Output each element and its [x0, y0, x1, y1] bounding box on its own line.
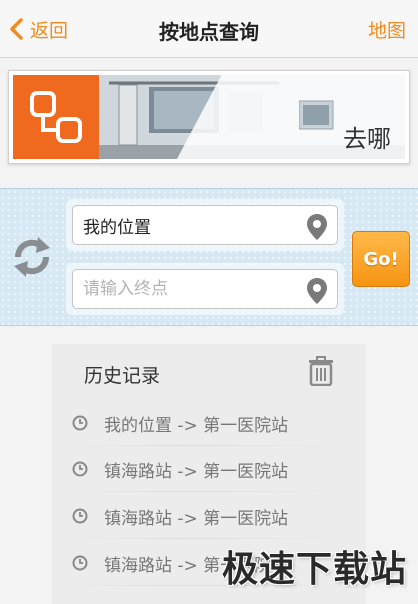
history-item-label: 我的位置 -> 第一医院站: [104, 415, 289, 436]
swap-icon: [14, 237, 50, 277]
history-title: 历史记录: [84, 365, 161, 387]
history-item[interactable]: 镇海路站 -> 第一医院站: [52, 493, 366, 539]
route-search-panel: Go!: [0, 188, 418, 326]
start-field-wrap: [66, 199, 344, 251]
go-button[interactable]: Go!: [352, 231, 410, 287]
end-field[interactable]: [72, 269, 338, 309]
history-item-label: 镇海路站 -> 第一医院站: [104, 461, 289, 482]
history-item[interactable]: 我的位置 -> 第一医院站: [52, 400, 366, 446]
clock-icon: [72, 461, 88, 477]
end-field-wrap: [66, 263, 344, 315]
start-field[interactable]: [72, 205, 338, 245]
app-logo: [13, 75, 99, 159]
start-input[interactable]: [83, 215, 293, 235]
watermark: 极速下载站: [222, 549, 408, 590]
clock-icon: [72, 555, 88, 571]
history-item[interactable]: 镇海路站 -> 第一医院站: [52, 446, 366, 492]
location-pin-icon[interactable]: [305, 277, 329, 305]
clock-icon: [72, 415, 88, 431]
location-pin-icon[interactable]: [305, 213, 329, 241]
map-button[interactable]: 地图: [368, 16, 406, 43]
banner: 去哪: [8, 70, 410, 164]
banner-image: 去哪: [13, 75, 405, 159]
clock-icon: [72, 508, 88, 524]
swap-button[interactable]: [8, 233, 56, 281]
route-icon: [30, 91, 82, 143]
history-header: 历史记录: [52, 344, 366, 398]
trash-icon[interactable]: [308, 356, 334, 386]
page-title: 按地点查询: [159, 20, 259, 44]
nav-bar: 返回 按地点查询 地图: [0, 0, 418, 58]
end-input[interactable]: [83, 279, 293, 299]
history-item-label: 镇海路站 -> 第一医院站: [104, 508, 289, 529]
banner-text: 去哪: [343, 125, 391, 153]
